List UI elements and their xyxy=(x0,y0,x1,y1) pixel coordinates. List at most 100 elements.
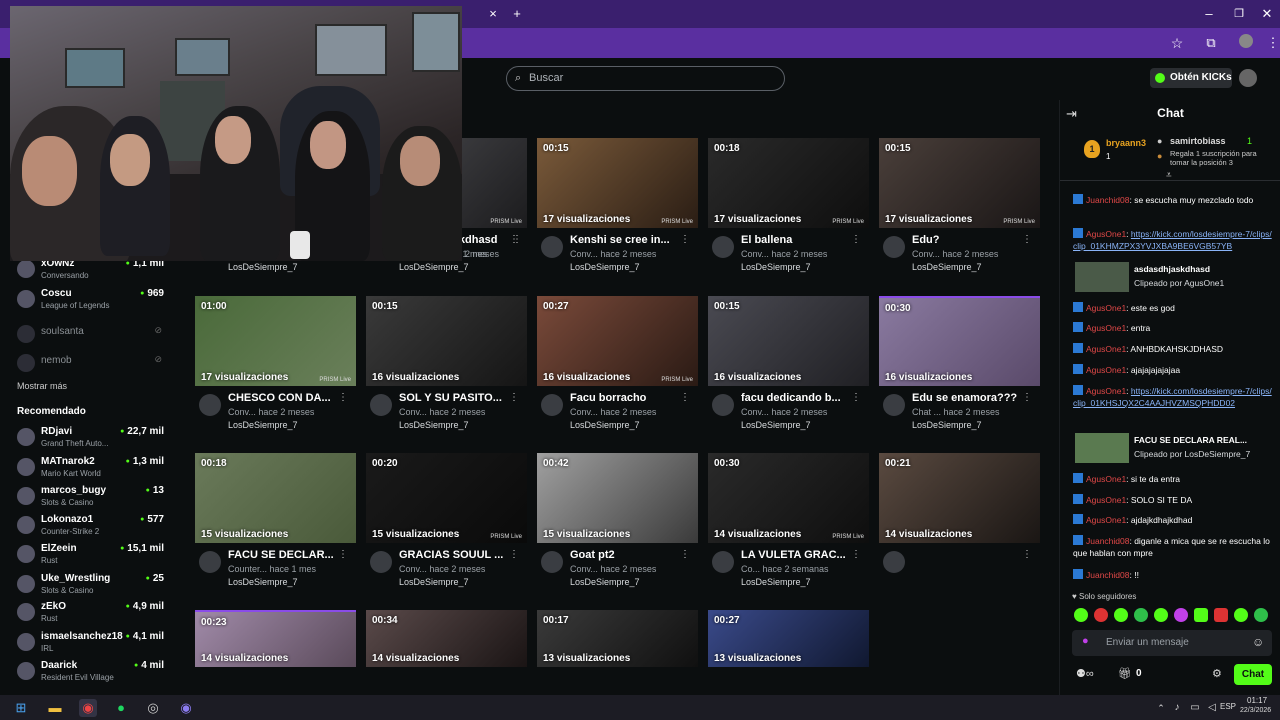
clip-thumbnail[interactable]: 01:00 17 visualizaciones PRISM Live xyxy=(195,296,356,386)
sidebar-channel-coscu[interactable]: Coscu League of Legends 969 xyxy=(17,288,167,316)
clip-title[interactable]: Facu borracho xyxy=(570,392,682,404)
chat-input[interactable]: ● Enviar un mensaje ☺ xyxy=(1072,630,1272,656)
clip-title[interactable]: LA VULETA GRAC... xyxy=(741,549,853,561)
clip-card[interactable]: 00:27 16 visualizaciones PRISM Live Facu bo… xyxy=(537,296,698,446)
clip-menu-icon[interactable]: ⋮ xyxy=(1022,549,1032,560)
clip-thumbnail[interactable]: 00:15 16 visualizaciones xyxy=(708,296,869,386)
clip-thumbnail[interactable]: 00:30 16 visualizaciones xyxy=(879,296,1040,386)
clip-owner[interactable]: LosDeSiempre_7 xyxy=(570,577,640,587)
channel-avatar[interactable] xyxy=(541,236,563,258)
clip-embed[interactable]: asdasdhjaskdhasd Clipeado por AgusOne1 xyxy=(1073,262,1273,294)
clip-title[interactable]: El ballena xyxy=(741,234,853,246)
sidebar-channel-nemob[interactable]: nemob ⊘ xyxy=(17,352,167,380)
clip-owner[interactable]: LosDeSiempre_7 xyxy=(570,420,640,430)
chat-username[interactable]: AgusOne1 xyxy=(1086,303,1126,313)
sidebar-channel-lokonazo1[interactable]: Lokonazo1 Counter-Strike 2 577 xyxy=(17,514,167,542)
chat-username[interactable]: AgusOne1 xyxy=(1086,229,1126,239)
channel-avatar[interactable] xyxy=(712,551,734,573)
get-kicks-button[interactable]: Obtén KICKs xyxy=(1150,68,1232,88)
clip-card[interactable]: 00:30 14 visualizaciones PRISM Live LA VULE… xyxy=(708,453,869,603)
emote-icon[interactable] xyxy=(1194,608,1208,622)
clip-owner[interactable]: LosDeSiempre_7 xyxy=(399,577,469,587)
clip-embed-title[interactable]: FACU SE DECLARA REAL... xyxy=(1134,435,1247,445)
clip-title[interactable]: Edu? xyxy=(912,234,1024,246)
channel-avatar[interactable] xyxy=(883,551,905,573)
chat-username[interactable]: AgusOne1 xyxy=(1086,386,1126,396)
emote-icon[interactable] xyxy=(1214,608,1228,622)
clip-card[interactable]: 00:42 15 visualizaciones Goat pt2 Conv... h… xyxy=(537,453,698,603)
clip-menu-icon[interactable]: ⋮ xyxy=(680,549,690,560)
clip-thumbnail[interactable]: 00:21 14 visualizaciones xyxy=(879,453,1040,543)
channel-avatar[interactable] xyxy=(199,551,221,573)
channel-avatar[interactable] xyxy=(370,551,392,573)
chat-username[interactable]: Juanchid08 xyxy=(1086,536,1129,546)
file-explorer-icon[interactable]: ▬ xyxy=(46,699,64,717)
clip-title[interactable]: SOL Y SU PASITO... xyxy=(399,392,511,404)
clip-card[interactable]: 00:27 13 visualizaciones xyxy=(708,610,869,667)
sidebar-channel-matnarok2[interactable]: MATnarok2 Mario Kart World 1,3 mil xyxy=(17,456,167,484)
clip-menu-icon[interactable]: ⋮ xyxy=(680,392,690,403)
clip-card[interactable]: 00:18 17 visualizaciones PRISM Live El ball… xyxy=(708,138,869,288)
send-chat-button[interactable]: Chat xyxy=(1234,664,1272,685)
clip-owner[interactable]: LosDeSiempre_7 xyxy=(741,577,811,587)
emoji-icon[interactable]: ☺ xyxy=(1252,635,1264,649)
clip-menu-icon[interactable]: ⋮ xyxy=(512,234,522,245)
clip-owner[interactable]: LosDeSiempre_7 xyxy=(399,262,469,272)
clip-owner[interactable]: LosDeSiempre_7 xyxy=(228,262,298,272)
channel-avatar[interactable] xyxy=(541,551,563,573)
clip-card[interactable]: 00:15 17 visualizaciones PRISM Live Kenshi … xyxy=(537,138,698,288)
clip-title[interactable]: Edu se enamora??? xyxy=(912,392,1024,404)
clip-title[interactable]: GRACIAS SOUUL ... xyxy=(399,549,511,561)
clip-menu-icon[interactable]: ⋮ xyxy=(851,549,861,560)
clip-thumbnail[interactable]: 00:27 16 visualizaciones PRISM Live xyxy=(537,296,698,386)
sidebar-channel-uke_wrestling[interactable]: Uke_Wrestling Slots & Casino 25 xyxy=(17,573,167,601)
clip-title[interactable]: facu dedicando b... xyxy=(741,392,853,404)
emote-icon[interactable] xyxy=(1134,608,1148,622)
clip-card[interactable]: 00:18 15 visualizaciones FACU SE DECLAR...… xyxy=(195,453,356,603)
channel-avatar[interactable] xyxy=(883,236,905,258)
close-window-button[interactable]: ✕ xyxy=(1256,4,1278,24)
clip-menu-icon[interactable]: ⋮ xyxy=(851,392,861,403)
clip-card[interactable]: 00:15 17 visualizaciones PRISM Live Edu? Con… xyxy=(879,138,1040,288)
clip-embed-thumbnail[interactable] xyxy=(1075,433,1129,463)
network-icon[interactable]: ▭ xyxy=(1186,699,1204,717)
clip-owner[interactable]: LosDeSiempre_7 xyxy=(399,420,469,430)
emote-icon[interactable] xyxy=(1254,608,1268,622)
clip-menu-icon[interactable]: ⋮ xyxy=(338,392,348,403)
emote-icon[interactable] xyxy=(1174,608,1188,622)
channel-avatar[interactable] xyxy=(199,394,221,416)
clip-owner[interactable]: LosDeSiempre_7 xyxy=(228,577,298,587)
microphone-icon[interactable]: ● xyxy=(1082,635,1089,647)
clip-owner[interactable]: LosDeSiempre_7 xyxy=(912,262,982,272)
emote-icon[interactable] xyxy=(1234,608,1248,622)
chat-username[interactable]: Juanchid08 xyxy=(1086,195,1129,205)
profile-avatar[interactable] xyxy=(1239,34,1253,48)
clip-card[interactable]: 00:34 14 visualizaciones xyxy=(366,610,527,667)
sidebar-channel-zeko[interactable]: zEkO Rust 4,9 mil xyxy=(17,601,167,629)
clock-time[interactable]: 01:17 xyxy=(1247,696,1267,705)
obs-icon[interactable]: ◎ xyxy=(144,699,162,717)
combo-icon[interactable]: ⚉∞ xyxy=(1076,667,1094,680)
clip-thumbnail[interactable]: 00:15 17 visualizaciones PRISM Live xyxy=(879,138,1040,228)
chat-username[interactable]: AgusOne1 xyxy=(1086,495,1126,505)
top-gifter-2[interactable]: samirtobiass xyxy=(1170,136,1226,146)
minimize-button[interactable]: – xyxy=(1198,4,1220,24)
clip-title[interactable]: CHESCO CON DA... xyxy=(228,392,340,404)
sidebar-channel-rdjavi[interactable]: RDjavi Grand Theft Auto... 22,7 mil xyxy=(17,426,167,454)
browser-menu-icon[interactable]: ⋮ xyxy=(1262,33,1280,53)
clip-thumbnail[interactable]: 00:30 14 visualizaciones PRISM Live xyxy=(708,453,869,543)
clip-thumbnail[interactable]: 00:17 13 visualizaciones xyxy=(537,610,698,667)
clip-thumbnail[interactable]: 00:27 13 visualizaciones xyxy=(708,610,869,667)
emote-icon[interactable] xyxy=(1074,608,1088,622)
clip-title[interactable]: FACU SE DECLAR... xyxy=(228,549,340,561)
clip-card[interactable]: 00:15 16 visualizaciones SOL Y SU PASITO..… xyxy=(366,296,527,446)
clip-thumbnail[interactable]: 00:42 15 visualizaciones xyxy=(537,453,698,543)
windows-start-icon[interactable]: ⊞ xyxy=(12,699,30,717)
clip-card[interactable]: 00:30 16 visualizaciones Edu se enamora???… xyxy=(879,296,1040,446)
clip-title[interactable]: Kenshi se cree in... xyxy=(570,234,682,246)
user-avatar[interactable] xyxy=(1239,69,1257,87)
settings-gear-icon[interactable]: ⚙ xyxy=(1212,667,1222,680)
clock-date[interactable]: 22/3/2026 xyxy=(1240,707,1271,714)
chat-username[interactable]: Juanchid08 xyxy=(1086,570,1129,580)
spotify-icon[interactable]: ● xyxy=(112,699,130,717)
